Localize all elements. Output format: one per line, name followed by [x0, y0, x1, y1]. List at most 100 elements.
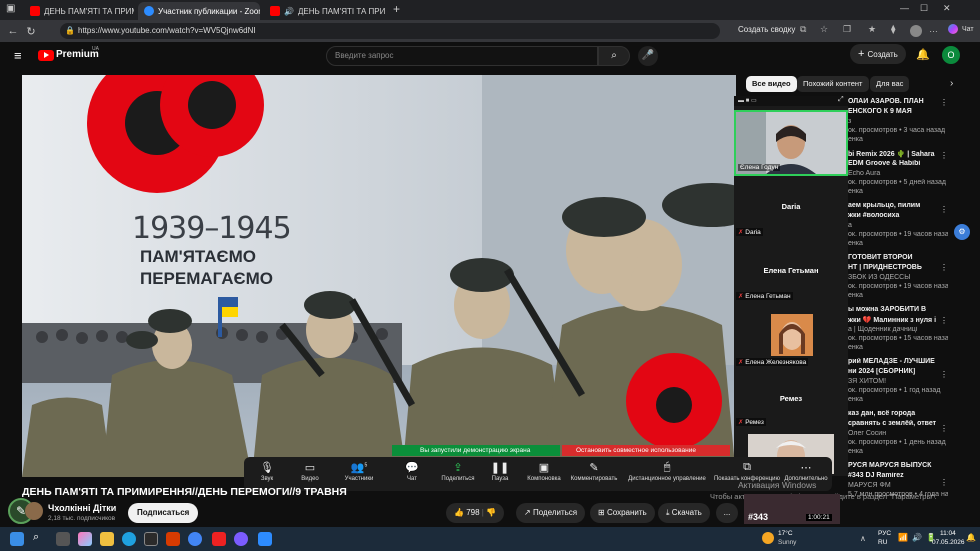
- audio-button[interactable]: 🎙 Звук: [256, 461, 278, 482]
- file-explorer-icon[interactable]: [100, 532, 114, 546]
- windows-start-icon[interactable]: [10, 532, 24, 546]
- show-meeting-button[interactable]: ⧉ Показать конференцию: [712, 461, 782, 482]
- recommendation-title-line2[interactable]: жки #волосиха: [848, 212, 948, 219]
- notification-bell-icon[interactable]: 🔔: [966, 533, 976, 542]
- tab-youtube-2[interactable]: 🔊 ДЕНЬ ПАМ'ЯТІ ТА ПРИМИРЕН ✕: [264, 2, 386, 20]
- recommendation-title[interactable]: ГОТОВИТ ВТОРОЙ: [848, 254, 948, 261]
- participants-button[interactable]: 👥5 Участники: [342, 461, 376, 482]
- share-button[interactable]: ⇪ Поделиться: [438, 461, 478, 482]
- kebab-menu-icon[interactable]: ⋮: [940, 316, 948, 325]
- chat-button[interactable]: 💬 Чат: [400, 461, 424, 482]
- recommendation-title[interactable]: ОЛАЙ АЗАРОВ. ПЛАН: [848, 98, 948, 105]
- participant-tile[interactable]: ✗ Елена Железнякова: [734, 308, 848, 370]
- video-player[interactable]: 1939–1945 ПАМ'ЯТАЄМО ПЕРЕМАГАЄМО: [22, 75, 736, 477]
- video-button[interactable]: ▭ Видео: [298, 461, 322, 482]
- channel-name[interactable]: Чхолкінні Дітки: [48, 503, 116, 513]
- recommendation-title-line2[interactable]: жки 💔 Малинник з нуля і: [848, 316, 948, 324]
- recommendation-title-line2[interactable]: ни 2024 [СБОРНИК]: [848, 368, 948, 375]
- download-button[interactable]: ⤓ Скачать: [658, 503, 710, 523]
- favorites-bar-icon[interactable]: ★: [868, 24, 876, 35]
- like-button[interactable]: 👍 798 | 👎: [446, 503, 505, 523]
- thumbs-down-icon[interactable]: 👎: [486, 508, 496, 517]
- recommendation-thumbnail[interactable]: #343 1:00:21: [744, 494, 840, 524]
- save-button[interactable]: ⊞ Сохранить: [590, 503, 655, 523]
- store-icon[interactable]: [144, 532, 158, 546]
- translate-icon[interactable]: ⚙: [954, 224, 970, 240]
- recommendation-title-line2[interactable]: сравнять с землёй, ответ: [848, 420, 948, 427]
- maximize-icon[interactable]: ☐: [920, 3, 928, 14]
- kebab-menu-icon[interactable]: ⋮: [940, 98, 948, 107]
- recommendation-title[interactable]: РУСЯ МАРУСЯ ВЫПУСК: [848, 462, 948, 469]
- weather-temp[interactable]: 17°C: [778, 530, 793, 537]
- reload-icon[interactable]: ↻: [22, 25, 40, 38]
- annotate-button[interactable]: ✎ Комментировать: [566, 461, 622, 482]
- close-window-icon[interactable]: ✕: [943, 3, 951, 14]
- tray-chevron-icon[interactable]: ∧: [860, 534, 866, 543]
- recommendation-title-line2[interactable]: ЕНСКОГО К 9 МАЯ: [848, 108, 948, 115]
- kebab-menu-icon[interactable]: ⋮: [940, 478, 948, 487]
- copilot-icon[interactable]: [78, 532, 92, 546]
- wifi-icon[interactable]: 📶: [898, 533, 908, 542]
- avatar[interactable]: O: [942, 46, 960, 64]
- subscribe-button[interactable]: Подписаться: [128, 503, 199, 523]
- extensions-icon[interactable]: ⧫: [891, 24, 895, 35]
- channel-avatar[interactable]: [25, 502, 43, 520]
- participant-tile[interactable]: Єлена Годун: [734, 110, 848, 176]
- create-button[interactable]: + Создать: [850, 44, 906, 64]
- voice-search-button[interactable]: 🎤: [638, 46, 658, 66]
- kebab-menu-icon[interactable]: ⋮: [940, 263, 948, 272]
- edge-icon[interactable]: [122, 532, 136, 546]
- recommendation-title[interactable]: bi Remix 2026 🌵 | Sahara: [848, 150, 948, 158]
- favorite-icon[interactable]: ☆: [820, 24, 828, 35]
- back-icon[interactable]: ←: [4, 25, 22, 37]
- language-indicator[interactable]: РУС: [878, 530, 891, 537]
- layout-icon[interactable]: ▬ ■ ▭: [738, 97, 757, 104]
- recommendation-title[interactable]: рий МЕЛАДЗЕ - ЛУЧШИЕ: [848, 358, 948, 365]
- recommendation-title-line2[interactable]: НТ | ПРИДНЕСТРОВЬ: [848, 264, 948, 271]
- hamburger-menu-icon[interactable]: ≡: [14, 48, 22, 63]
- kebab-menu-icon[interactable]: ⋮: [940, 370, 948, 379]
- more-button[interactable]: ⋯ Дополнительно: [782, 461, 830, 482]
- zoom-icon[interactable]: [258, 532, 272, 546]
- chevron-right-icon[interactable]: ›: [950, 78, 953, 89]
- recommendation-title[interactable]: каз дан, всё города: [848, 410, 948, 417]
- kebab-menu-icon[interactable]: ⋮: [940, 424, 948, 433]
- url-field[interactable]: 🔒 https://www.youtube.com/watch?v=WV5Qjn…: [60, 23, 720, 39]
- recommendation-title[interactable]: аем крыльцо, пилим: [848, 202, 948, 209]
- expand-icon[interactable]: ⤢: [838, 96, 844, 104]
- stop-share-button[interactable]: Остановить совместное использование: [562, 445, 730, 456]
- recommendation-title-line2[interactable]: #343 DJ Ramirez: [848, 472, 948, 479]
- chip-all-videos[interactable]: Все видео: [746, 76, 797, 92]
- participant-tile[interactable]: Елена Гетьман ✗ Елена Гетьман: [734, 244, 848, 304]
- collections-icon[interactable]: ❐: [843, 24, 851, 35]
- tab-zoom[interactable]: Участник публикации - Zoom ✕: [138, 2, 260, 20]
- split-icon[interactable]: ⧉: [800, 24, 806, 35]
- more-icon[interactable]: …: [929, 24, 938, 34]
- layout-button[interactable]: ▣ Компоновка: [524, 461, 564, 482]
- pause-button[interactable]: ❚❚ Пауза: [488, 461, 512, 482]
- copilot-icon[interactable]: [948, 24, 958, 34]
- tab-menu-icon[interactable]: ▣: [6, 3, 15, 14]
- tab-youtube-1[interactable]: ДЕНЬ ПАМ'ЯТІ ТА ПРИМИРЕННЯ: [24, 2, 134, 20]
- search-icon[interactable]: ⌕: [33, 531, 39, 544]
- app-icon[interactable]: [212, 532, 226, 546]
- chip-related[interactable]: Похожий контент: [797, 76, 869, 92]
- notifications-icon[interactable]: 🔔: [916, 48, 930, 61]
- remote-control-button[interactable]: 🖱 Дистанционное управление: [624, 461, 710, 482]
- chrome-icon[interactable]: [188, 532, 202, 546]
- summary-button[interactable]: Создать сводку: [738, 25, 795, 34]
- task-view-icon[interactable]: [56, 532, 70, 546]
- clock-time[interactable]: 11:04: [940, 530, 956, 537]
- new-tab-button[interactable]: +: [393, 2, 400, 16]
- participant-tile[interactable]: Ремез ✗ Ремез: [734, 374, 848, 430]
- recommendation-title-line2[interactable]: EDM Groove & Habibi: [848, 160, 948, 167]
- chat-label[interactable]: Чат: [962, 26, 974, 33]
- participant-tile[interactable]: Daria ✗ Daria: [734, 180, 848, 240]
- minimize-icon[interactable]: —: [900, 3, 909, 13]
- office-icon[interactable]: [166, 532, 180, 546]
- profile-avatar[interactable]: [910, 25, 922, 37]
- kebab-menu-icon[interactable]: ⋮: [940, 151, 948, 160]
- search-input[interactable]: Введите запрос: [326, 46, 598, 66]
- chip-for-you[interactable]: Для вас: [870, 76, 910, 92]
- share-video-button[interactable]: ↗ Поделиться: [516, 503, 586, 523]
